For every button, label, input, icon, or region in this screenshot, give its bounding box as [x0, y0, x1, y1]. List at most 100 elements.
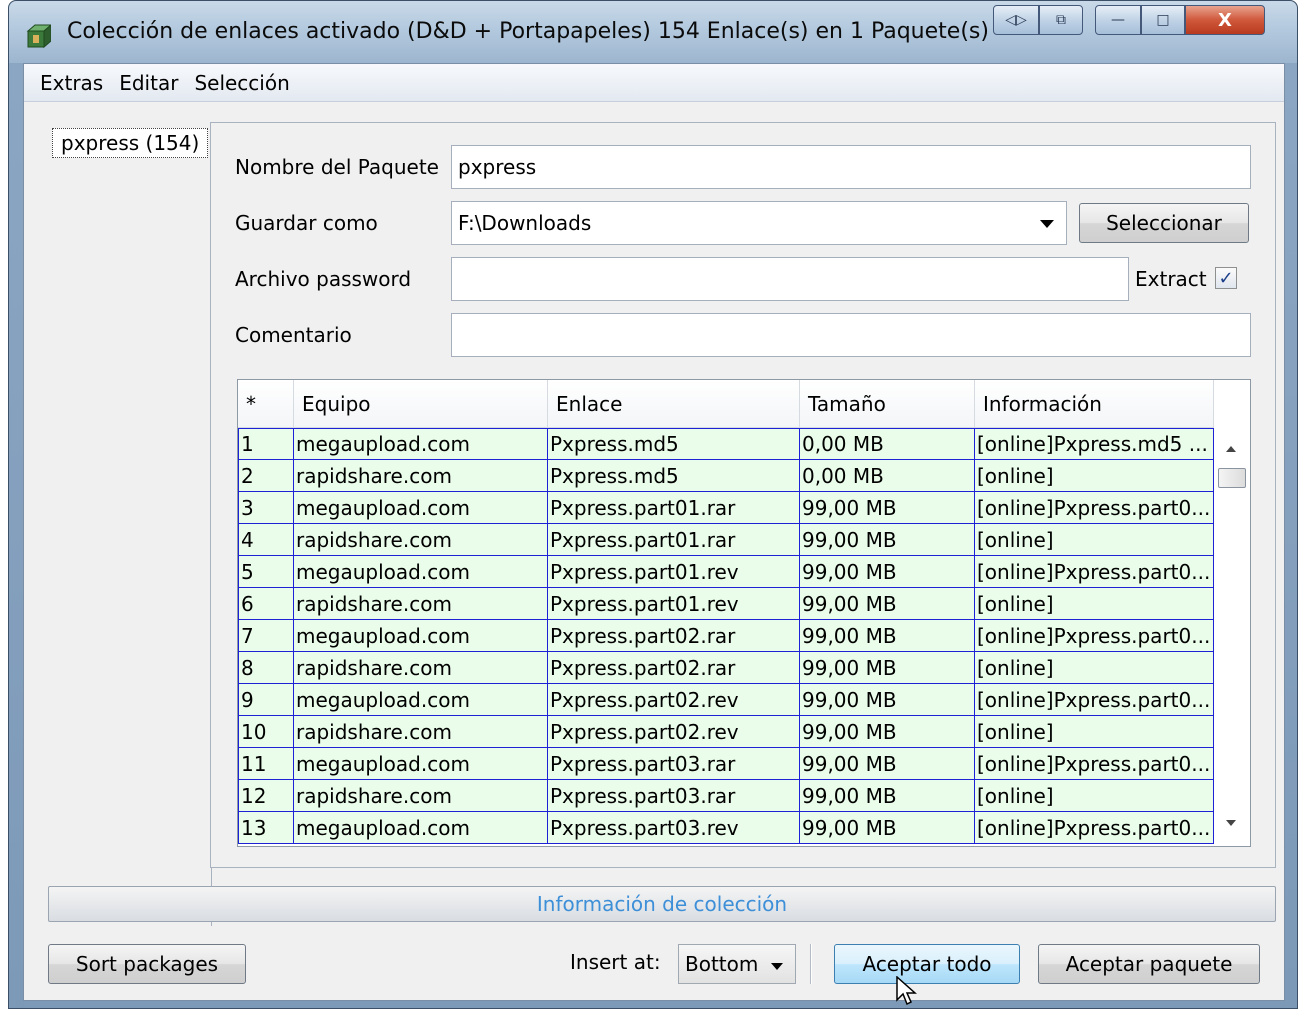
insert-at-select[interactable]: Bottom: [678, 944, 796, 984]
cell-informacion[interactable]: [online]: [974, 524, 1214, 556]
collection-info-bar[interactable]: Información de colección: [48, 886, 1276, 922]
accept-all-button[interactable]: Aceptar todo: [834, 944, 1020, 984]
cell-equipo[interactable]: rapidshare.com: [293, 780, 548, 812]
password-input[interactable]: [451, 257, 1129, 301]
cell-equipo[interactable]: rapidshare.com: [293, 716, 548, 748]
table-row[interactable]: 8 rapidshare.com Pxpress.part02.rar 99,00 M…: [238, 652, 1214, 684]
table-row[interactable]: 13 megaupload.com Pxpress.part03.rev 99,00 …: [238, 812, 1214, 844]
cell-equipo[interactable]: rapidshare.com: [293, 652, 548, 684]
cell-informacion[interactable]: [online]Pxpress.part0...: [974, 812, 1214, 844]
cell-tamano[interactable]: 99,00 MB: [799, 556, 975, 588]
cell-enlace[interactable]: Pxpress.part02.rev: [547, 716, 800, 748]
cell-enlace[interactable]: Pxpress.md5: [547, 460, 800, 492]
cell-tamano[interactable]: 99,00 MB: [799, 620, 975, 652]
menu-extras[interactable]: Extras: [32, 71, 111, 95]
title-bar[interactable]: Colección de enlaces activado (D&D + Por…: [9, 1, 1297, 63]
restore-button[interactable]: ⧉: [1039, 5, 1083, 35]
cell-index[interactable]: 2: [238, 460, 294, 492]
scroll-up-icon[interactable]: [1226, 446, 1236, 452]
table-row[interactable]: 2 rapidshare.com Pxpress.md5 0,00 MB [online…: [238, 460, 1214, 492]
cell-tamano[interactable]: 99,00 MB: [799, 780, 975, 812]
cell-enlace[interactable]: Pxpress.part01.rar: [547, 524, 800, 556]
cell-informacion[interactable]: [online]: [974, 588, 1214, 620]
cell-tamano[interactable]: 99,00 MB: [799, 492, 975, 524]
col-header-informacion[interactable]: Información: [975, 380, 1214, 428]
cell-enlace[interactable]: Pxpress.part02.rar: [547, 652, 800, 684]
table-row[interactable]: 9 megaupload.com Pxpress.part02.rev 99,00 M…: [238, 684, 1214, 716]
cell-enlace[interactable]: Pxpress.part03.rar: [547, 748, 800, 780]
cell-enlace[interactable]: Pxpress.part03.rar: [547, 780, 800, 812]
cell-informacion[interactable]: [online]Pxpress.part0...: [974, 684, 1214, 716]
col-header-equipo[interactable]: Equipo: [294, 380, 548, 428]
cell-informacion[interactable]: [online]: [974, 652, 1214, 684]
comment-input[interactable]: [451, 313, 1251, 357]
cell-enlace[interactable]: Pxpress.part01.rev: [547, 588, 800, 620]
cell-equipo[interactable]: megaupload.com: [293, 748, 548, 780]
close-button[interactable]: X: [1185, 5, 1265, 35]
sort-packages-button[interactable]: Sort packages: [48, 944, 246, 984]
cell-equipo[interactable]: rapidshare.com: [293, 588, 548, 620]
col-header-index[interactable]: *: [238, 380, 294, 428]
cell-enlace[interactable]: Pxpress.part03.rev: [547, 812, 800, 844]
cell-tamano[interactable]: 99,00 MB: [799, 524, 975, 556]
cell-index[interactable]: 7: [238, 620, 294, 652]
cell-enlace[interactable]: Pxpress.part01.rar: [547, 492, 800, 524]
cell-equipo[interactable]: megaupload.com: [293, 620, 548, 652]
scroll-down-icon[interactable]: [1226, 820, 1236, 826]
cell-index[interactable]: 12: [238, 780, 294, 812]
table-row[interactable]: 11 megaupload.com Pxpress.part03.rar 99,00 …: [238, 748, 1214, 780]
cell-index[interactable]: 4: [238, 524, 294, 556]
table-scrollbar[interactable]: [1214, 428, 1250, 846]
minimize-button[interactable]: —: [1095, 5, 1141, 35]
cell-index[interactable]: 9: [238, 684, 294, 716]
cell-index[interactable]: 5: [238, 556, 294, 588]
cell-tamano[interactable]: 99,00 MB: [799, 588, 975, 620]
cell-equipo[interactable]: megaupload.com: [293, 428, 548, 460]
cell-equipo[interactable]: megaupload.com: [293, 492, 548, 524]
cell-index[interactable]: 11: [238, 748, 294, 780]
table-row[interactable]: 6 rapidshare.com Pxpress.part01.rev 99,00 M…: [238, 588, 1214, 620]
cell-tamano[interactable]: 99,00 MB: [799, 812, 975, 844]
cell-informacion[interactable]: [online]Pxpress.md5 ...: [974, 428, 1214, 460]
table-row[interactable]: 10 rapidshare.com Pxpress.part02.rev 99,00 …: [238, 716, 1214, 748]
cell-tamano[interactable]: 0,00 MB: [799, 428, 975, 460]
cell-tamano[interactable]: 99,00 MB: [799, 748, 975, 780]
table-row[interactable]: 4 rapidshare.com Pxpress.part01.rar 99,00 M…: [238, 524, 1214, 556]
cell-informacion[interactable]: [online]: [974, 716, 1214, 748]
cell-informacion[interactable]: [online]: [974, 460, 1214, 492]
table-row[interactable]: 1 megaupload.com Pxpress.md5 0,00 MB [online…: [238, 428, 1214, 460]
cell-enlace[interactable]: Pxpress.part01.rev: [547, 556, 800, 588]
table-row[interactable]: 12 rapidshare.com Pxpress.part03.rar 99,00 …: [238, 780, 1214, 812]
cell-enlace[interactable]: Pxpress.part02.rev: [547, 684, 800, 716]
cell-informacion[interactable]: [online]: [974, 780, 1214, 812]
cell-informacion[interactable]: [online]Pxpress.part0...: [974, 492, 1214, 524]
save-as-dropdown[interactable]: F:\Downloads: [451, 201, 1067, 245]
cell-tamano[interactable]: 0,00 MB: [799, 460, 975, 492]
cell-index[interactable]: 1: [238, 428, 294, 460]
table-row[interactable]: 3 megaupload.com Pxpress.part01.rar 99,00 M…: [238, 492, 1214, 524]
cell-equipo[interactable]: megaupload.com: [293, 812, 548, 844]
cell-enlace[interactable]: Pxpress.md5: [547, 428, 800, 460]
cell-equipo[interactable]: rapidshare.com: [293, 460, 548, 492]
cell-informacion[interactable]: [online]Pxpress.part0...: [974, 748, 1214, 780]
accept-package-button[interactable]: Aceptar paquete: [1038, 944, 1260, 984]
cell-index[interactable]: 8: [238, 652, 294, 684]
col-header-enlace[interactable]: Enlace: [548, 380, 800, 428]
cell-tamano[interactable]: 99,00 MB: [799, 716, 975, 748]
col-header-tamano[interactable]: Tamaño: [800, 380, 975, 428]
cell-equipo[interactable]: rapidshare.com: [293, 524, 548, 556]
table-row[interactable]: 5 megaupload.com Pxpress.part01.rev 99,00 M…: [238, 556, 1214, 588]
cell-index[interactable]: 13: [238, 812, 294, 844]
table-row[interactable]: 7 megaupload.com Pxpress.part02.rar 99,00 M…: [238, 620, 1214, 652]
nav-arrows-button[interactable]: ◁▷: [993, 5, 1039, 35]
menu-seleccion[interactable]: Selección: [186, 71, 297, 95]
cell-enlace[interactable]: Pxpress.part02.rar: [547, 620, 800, 652]
cell-index[interactable]: 3: [238, 492, 294, 524]
cell-equipo[interactable]: megaupload.com: [293, 684, 548, 716]
package-name-input[interactable]: pxpress: [451, 145, 1251, 189]
menu-editar[interactable]: Editar: [111, 71, 186, 95]
cell-index[interactable]: 10: [238, 716, 294, 748]
cell-index[interactable]: 6: [238, 588, 294, 620]
cell-informacion[interactable]: [online]Pxpress.part0...: [974, 620, 1214, 652]
package-tab-pxpress[interactable]: pxpress (154): [52, 128, 209, 158]
